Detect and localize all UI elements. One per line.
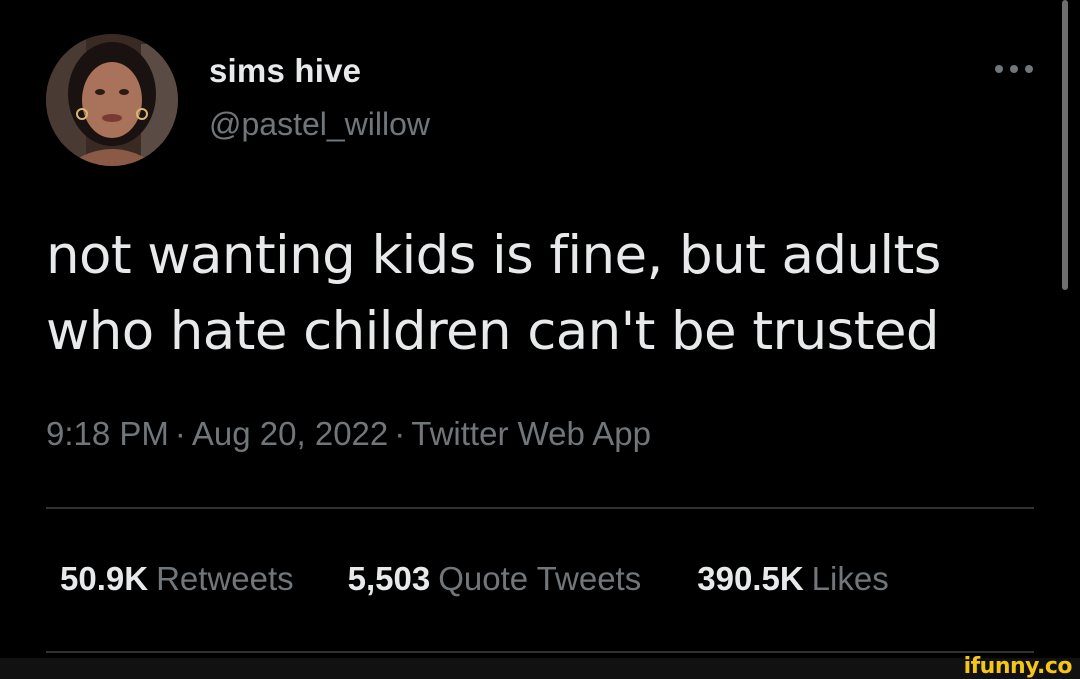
tweet-text-line: who hate children can't be trusted [46, 301, 940, 362]
quote-tweets-count: 5,503 [347, 560, 431, 597]
profile-photo-icon [46, 34, 178, 166]
likes-stat[interactable]: 390.5K Likes [697, 560, 888, 598]
engagement-stats: 50.9K Retweets 5,503 Quote Tweets 390.5K Li… [60, 560, 889, 598]
tweet-meta: 9:18 PM · Aug 20, 2022 · Twitter Web App [46, 415, 651, 453]
display-name[interactable]: sims hive [209, 52, 361, 90]
divider [46, 507, 1034, 509]
tweet-text-line: not wanting kids is fine, but adults [46, 225, 941, 286]
more-horizontal-icon-dot [1010, 65, 1018, 73]
quote-tweets-label: Quote Tweets [438, 560, 642, 597]
tweet-card: sims hive @pastel_willow not wanting kid… [0, 0, 1080, 679]
divider [46, 651, 1034, 653]
ifunny-watermark: ifunny.co [963, 654, 1073, 679]
quote-tweets-stat[interactable]: 5,503 Quote Tweets [348, 560, 642, 598]
scrollbar[interactable] [1062, 0, 1068, 290]
more-horizontal-icon-dot [1025, 65, 1033, 73]
meta-separator: · [174, 415, 186, 452]
likes-count: 390.5K [697, 560, 804, 597]
tweet-time[interactable]: 9:18 PM [46, 415, 169, 452]
avatar[interactable] [46, 34, 178, 166]
retweets-stat[interactable]: 50.9K Retweets [60, 560, 294, 598]
tweet-date[interactable]: Aug 20, 2022 [192, 415, 388, 452]
retweets-label: Retweets [156, 560, 294, 597]
tweet-text: not wanting kids is fine, but adults who… [46, 218, 1046, 370]
watermark-strip [0, 658, 1080, 679]
tweet-source[interactable]: Twitter Web App [411, 415, 651, 452]
meta-separator: · [394, 415, 406, 452]
more-horizontal-icon [995, 65, 1003, 73]
likes-label: Likes [811, 560, 889, 597]
more-options-button[interactable] [984, 54, 1044, 84]
user-handle[interactable]: @pastel_willow [209, 106, 430, 143]
retweets-count: 50.9K [60, 560, 149, 597]
